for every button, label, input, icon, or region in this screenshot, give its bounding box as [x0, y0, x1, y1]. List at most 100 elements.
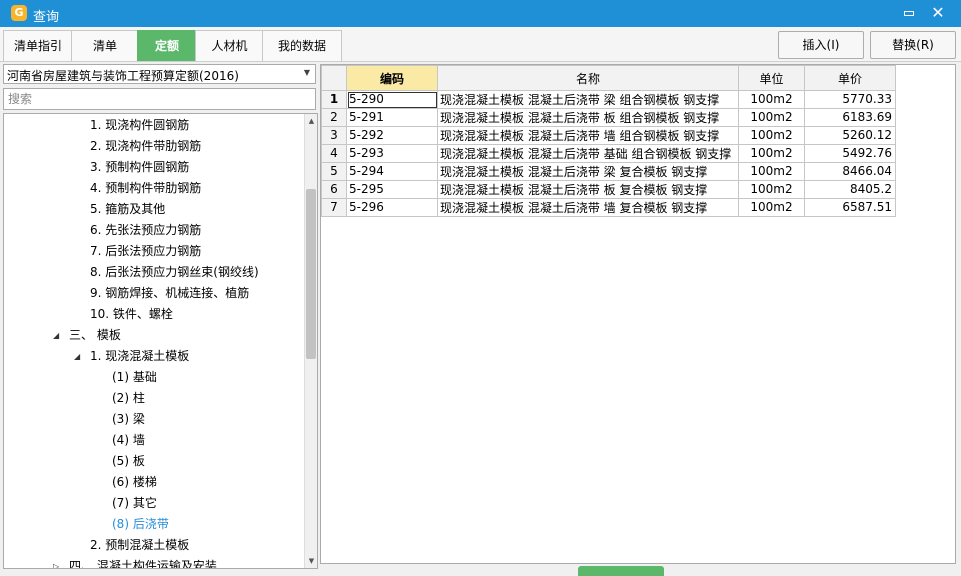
tab-4[interactable]: 人材机 [195, 30, 264, 61]
code-cell[interactable]: 5-293 [346, 144, 438, 163]
tree-item[interactable]: 6. 先张法预应力钢筋 [90, 220, 201, 241]
tree-item[interactable]: (8) 后浇带 [112, 514, 169, 535]
tree-scrollbar[interactable]: ▲ ▼ [304, 114, 317, 568]
column-header[interactable]: 名称 [437, 65, 739, 91]
tree-item-label: 3. 预制构件圆钢筋 [90, 160, 190, 174]
price-cell[interactable]: 5770.33 [804, 90, 896, 109]
search-input[interactable] [3, 88, 316, 110]
unit-cell[interactable]: 100m2 [738, 162, 805, 181]
tree-expander-icon[interactable]: ◢ [74, 346, 80, 367]
price-cell[interactable]: 6587.51 [804, 198, 896, 217]
price-cell[interactable]: 5492.76 [804, 144, 896, 163]
table-row[interactable]: 7 5-296 现浇混凝土模板 混凝土后浇带 墙 复合模板 钢支撑 100m2 6587… [321, 198, 896, 217]
row-number-header [321, 65, 347, 91]
price-cell[interactable]: 8466.04 [804, 162, 896, 181]
name-cell[interactable]: 现浇混凝土模板 混凝土后浇带 梁 复合模板 钢支撑 [437, 162, 739, 181]
tree-item[interactable]: 5. 箍筋及其他 [90, 199, 165, 220]
name-cell[interactable]: 现浇混凝土模板 混凝土后浇带 板 复合模板 钢支撑 [437, 180, 739, 199]
tree-item[interactable]: (4) 墙 [112, 430, 145, 451]
insert-button[interactable]: 插入(I) [778, 31, 864, 59]
tab-5[interactable]: 我的数据 [262, 30, 342, 61]
tab-2[interactable]: 清单 [71, 30, 139, 61]
tab-1[interactable]: 清单指引 [3, 30, 73, 61]
tree-item[interactable]: (6) 楼梯 [112, 472, 157, 493]
table-row[interactable]: 4 5-293 现浇混凝土模板 混凝土后浇带 基础 组合钢模板 钢支撑 100m2 54… [321, 144, 896, 163]
tree-item-label: 6. 先张法预应力钢筋 [90, 223, 202, 237]
code-cell[interactable]: 5-294 [346, 162, 438, 181]
table-row[interactable]: 5 5-294 现浇混凝土模板 混凝土后浇带 梁 复合模板 钢支撑 100m2 8466… [321, 162, 896, 181]
name-cell[interactable]: 现浇混凝土模板 混凝土后浇带 基础 组合钢模板 钢支撑 [437, 144, 739, 163]
unit-cell[interactable]: 100m2 [738, 198, 805, 217]
maximize-icon [904, 11, 914, 16]
name-cell[interactable]: 现浇混凝土模板 混凝土后浇带 板 组合钢模板 钢支撑 [437, 108, 739, 127]
name-cell[interactable]: 现浇混凝土模板 混凝土后浇带 墙 复合模板 钢支撑 [437, 198, 739, 217]
maximize-button[interactable] [898, 3, 920, 23]
tree-item[interactable]: 2. 现浇构件带肋钢筋 [90, 136, 201, 157]
unit-cell[interactable]: 100m2 [738, 180, 805, 199]
row-number-cell: 6 [321, 180, 347, 199]
tree-item-label: 4. 预制构件带肋钢筋 [90, 181, 202, 195]
app-logo-icon: G [11, 5, 27, 21]
tree-item[interactable]: 7. 后张法预应力钢筋 [90, 241, 201, 262]
tree-item-label: (8) 后浇带 [112, 517, 169, 531]
column-header[interactable]: 单价 [804, 65, 896, 91]
tab-3[interactable]: 定额 [137, 30, 197, 61]
code-cell[interactable]: 5-291 [346, 108, 438, 127]
tree-item-label: 5. 箍筋及其他 [90, 202, 166, 216]
tree-expander-icon[interactable]: ◢ [53, 325, 59, 346]
tree-item[interactable]: 10. 铁件、螺栓 [90, 304, 173, 325]
panel-resize-grip[interactable] [578, 566, 664, 576]
replace-button[interactable]: 替换(R) [870, 31, 956, 59]
tree-item[interactable]: ◢ 1. 现浇混凝土模板 [74, 346, 189, 367]
table-row[interactable]: 2 5-291 现浇混凝土模板 混凝土后浇带 板 组合钢模板 钢支撑 100m2 618… [321, 108, 896, 127]
name-cell[interactable]: 现浇混凝土模板 混凝土后浇带 梁 组合钢模板 钢支撑 [437, 90, 739, 109]
code-cell[interactable]: 5-296 [346, 198, 438, 217]
unit-cell[interactable]: 100m2 [738, 126, 805, 145]
tree-expander-icon[interactable]: ▷ [53, 556, 59, 568]
tree-item-label: 10. 铁件、螺栓 [90, 307, 173, 321]
dataset-dropdown[interactable]: 河南省房屋建筑与装饰工程预算定额(2016) ▼ [3, 64, 316, 84]
tree-item[interactable]: (7) 其它 [112, 493, 157, 514]
title-bar: G 查询 ✕ [0, 0, 961, 27]
tree-item[interactable]: 9. 钢筋焊接、机械连接、植筋 [90, 283, 249, 304]
row-number-cell: 2 [321, 108, 347, 127]
name-cell[interactable]: 现浇混凝土模板 混凝土后浇带 墙 组合钢模板 钢支撑 [437, 126, 739, 145]
code-cell[interactable]: 5-292 [346, 126, 438, 145]
tree-item[interactable]: (2) 柱 [112, 388, 145, 409]
tree-item[interactable]: (3) 梁 [112, 409, 145, 430]
tree-item-label: (2) 柱 [112, 391, 145, 405]
code-cell[interactable]: 5-295 [346, 180, 438, 199]
scroll-up-icon[interactable]: ▲ [305, 114, 317, 128]
price-cell[interactable]: 6183.69 [804, 108, 896, 127]
price-cell[interactable]: 8405.2 [804, 180, 896, 199]
scroll-thumb[interactable] [306, 189, 316, 359]
price-cell[interactable]: 5260.12 [804, 126, 896, 145]
tree-item-label: 8. 后张法预应力钢丝束(钢绞线) [90, 265, 259, 279]
tree-item-label: (7) 其它 [112, 496, 157, 510]
table-row[interactable]: 3 5-292 现浇混凝土模板 混凝土后浇带 墙 组合钢模板 钢支撑 100m2 526… [321, 126, 896, 145]
tree-item[interactable]: 8. 后张法预应力钢丝束(钢绞线) [90, 262, 259, 283]
quota-table: 编码 名称 单位 单价 1 5-290 现浇混凝土模板 混凝土后浇带 梁 组合钢模板 钢支… [321, 65, 896, 217]
table-row[interactable]: 1 5-290 现浇混凝土模板 混凝土后浇带 梁 组合钢模板 钢支撑 100m2 577… [321, 90, 896, 109]
unit-cell[interactable]: 100m2 [738, 144, 805, 163]
table-row[interactable]: 6 5-295 现浇混凝土模板 混凝土后浇带 板 复合模板 钢支撑 100m2 8405… [321, 180, 896, 199]
tree-item[interactable]: 2. 预制混凝土模板 [90, 535, 189, 556]
unit-cell[interactable]: 100m2 [738, 90, 805, 109]
tree-item-label: 2. 预制混凝土模板 [90, 538, 190, 552]
tree-item[interactable]: (1) 基础 [112, 367, 157, 388]
tree-item[interactable]: 4. 预制构件带肋钢筋 [90, 178, 201, 199]
column-header[interactable]: 编码 [346, 65, 438, 91]
tab-bar: 清单指引 清单 定额 人材机 我的数据 插入(I) 替换(R) [0, 27, 961, 62]
unit-cell[interactable]: 100m2 [738, 108, 805, 127]
close-button[interactable]: ✕ [927, 3, 949, 23]
tree-item[interactable]: ◢ 三、 模板 [53, 325, 121, 346]
tree-item[interactable]: ▷ 四、 混凝土构件运输及安装 [53, 556, 217, 568]
column-header[interactable]: 单位 [738, 65, 805, 91]
tree-item-label: 7. 后张法预应力钢筋 [90, 244, 202, 258]
tree-item[interactable]: 1. 现浇构件圆钢筋 [90, 115, 189, 136]
scroll-down-icon[interactable]: ▼ [305, 554, 317, 568]
tree-item[interactable]: (5) 板 [112, 451, 145, 472]
tree-item-label: 2. 现浇构件带肋钢筋 [90, 139, 202, 153]
code-cell[interactable]: 5-290 [346, 90, 438, 109]
tree-item[interactable]: 3. 预制构件圆钢筋 [90, 157, 189, 178]
